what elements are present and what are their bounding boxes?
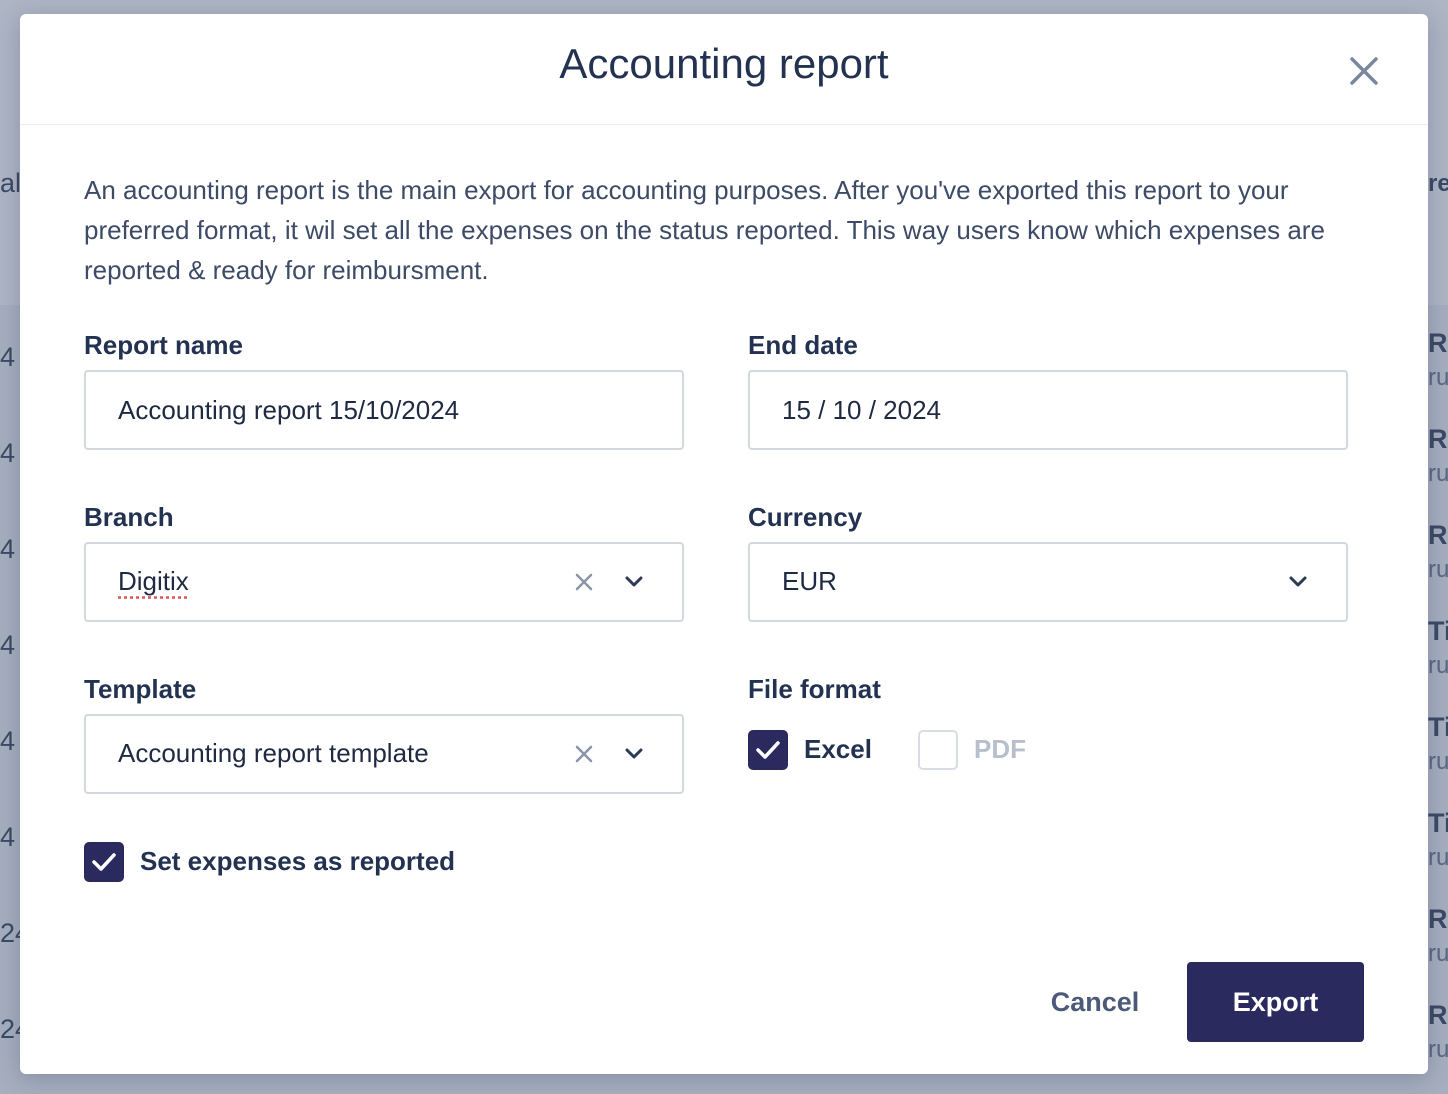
close-button[interactable] [1340, 47, 1388, 95]
pdf-checkbox[interactable] [918, 730, 958, 770]
background-text: re [1428, 170, 1448, 197]
pdf-option-label[interactable]: PDF [974, 734, 1026, 765]
report-name-label: Report name [84, 330, 243, 360]
background-text: ru [1428, 1036, 1448, 1063]
clear-template-button[interactable] [574, 744, 594, 764]
background-text: ru [1428, 652, 1448, 679]
background-text: R [1428, 520, 1448, 550]
branch-select[interactable]: Digitix [84, 542, 684, 622]
export-button[interactable]: Export [1187, 962, 1364, 1042]
clear-icon [575, 573, 593, 591]
close-icon [1350, 57, 1378, 85]
template-select[interactable]: Accounting report template [84, 714, 684, 794]
background-text: ru [1428, 748, 1448, 775]
report-name-field[interactable] [84, 370, 684, 450]
chevron-down-icon [1289, 576, 1307, 587]
background-text: Ti [1428, 712, 1448, 742]
background-text: ru [1428, 556, 1448, 583]
dialog-title: Accounting report [559, 40, 889, 87]
background-text: 4 [0, 342, 16, 372]
background-text: al [0, 168, 20, 198]
end-date-input[interactable] [782, 372, 1302, 448]
chevron-down-icon [625, 748, 643, 759]
background-text: 4 [0, 630, 16, 660]
background-text: R [1428, 424, 1448, 454]
background-text: Ti [1428, 616, 1448, 646]
background-text: R [1428, 328, 1448, 358]
template-value: Accounting report template [118, 738, 429, 768]
currency-dropdown-toggle[interactable] [1288, 574, 1308, 590]
end-date-field[interactable] [748, 370, 1348, 450]
file-format-label: File format [748, 674, 881, 704]
branch-dropdown-toggle[interactable] [624, 574, 644, 590]
report-name-input[interactable] [118, 372, 638, 448]
background-text: ru [1428, 364, 1448, 391]
currency-label: Currency [748, 502, 863, 532]
excel-checkbox[interactable] [748, 730, 788, 770]
currency-select[interactable]: EUR [748, 542, 1348, 622]
background-text: ru [1428, 940, 1448, 967]
background-text: 4 [0, 438, 16, 468]
currency-value: EUR [782, 566, 837, 596]
background-text: 4 [0, 726, 16, 756]
accounting-report-dialog: Accounting report An accounting report i… [20, 14, 1428, 1074]
checkmark-icon [756, 741, 780, 759]
background-text: 24 [0, 1014, 20, 1044]
template-dropdown-toggle[interactable] [624, 746, 644, 762]
background-text: ru [1428, 844, 1448, 871]
background-text: R [1428, 904, 1448, 934]
branch-value: Digitix [118, 566, 189, 596]
branch-label: Branch [84, 502, 174, 532]
background-text: R [1428, 1000, 1448, 1030]
background-text: ru [1428, 460, 1448, 487]
template-label: Template [84, 674, 197, 704]
chevron-down-icon [625, 576, 643, 587]
checkmark-icon [92, 853, 116, 871]
end-date-label: End date [748, 330, 858, 360]
set-reported-checkbox[interactable] [84, 842, 124, 882]
set-reported-label[interactable]: Set expenses as reported [140, 846, 455, 877]
background-text: 4 [0, 822, 16, 852]
background-text: 4 [0, 534, 16, 564]
cancel-button[interactable]: Cancel [1020, 964, 1170, 1040]
clear-branch-button[interactable] [574, 572, 594, 592]
background-text: Ti [1428, 808, 1448, 838]
dialog-description: An accounting report is the main export … [84, 175, 1325, 285]
background-text: 24 [0, 918, 20, 948]
excel-option-label[interactable]: Excel [804, 734, 872, 765]
clear-icon [575, 745, 593, 763]
dialog-header: Accounting report [20, 14, 1428, 125]
